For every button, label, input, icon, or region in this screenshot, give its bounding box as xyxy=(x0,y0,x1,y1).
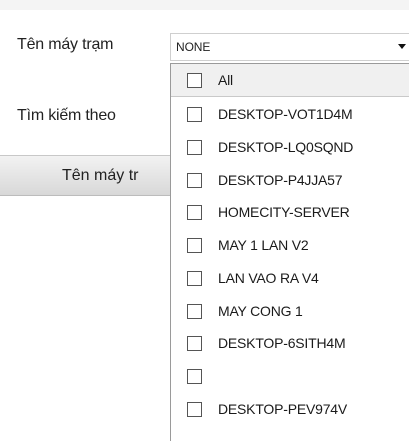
station-dropdown-list[interactable]: All DESKTOP-VOT1D4M DESKTOP-LQ0SQND DESK… xyxy=(170,63,409,441)
dropdown-option-label: DESKTOP-6SITH4M xyxy=(218,335,346,351)
dropdown-option-label: DESKTOP-P4JJA57 xyxy=(218,172,343,188)
dropdown-option[interactable]: DESKTOP-P4JJA57 xyxy=(171,164,409,197)
dropdown-option-label: HOMECITY-SERVER xyxy=(218,204,350,220)
checkbox[interactable] xyxy=(187,73,202,88)
dropdown-option[interactable]: MAY 1 LAN V2 xyxy=(171,229,409,262)
checkbox[interactable] xyxy=(187,205,202,220)
grid-column-header-label: Tên máy tr xyxy=(62,167,139,184)
checkbox[interactable] xyxy=(187,369,202,384)
checkbox[interactable] xyxy=(187,107,202,122)
dropdown-option-label: MAY 1 LAN V2 xyxy=(218,237,309,253)
station-select[interactable]: NONE xyxy=(170,33,409,61)
dropdown-option[interactable]: HOMECITY-SERVER xyxy=(171,196,409,229)
top-bar xyxy=(0,0,409,10)
station-select-value: NONE xyxy=(176,40,211,54)
dropdown-option-label: DESKTOP-PEV974V xyxy=(218,401,348,417)
dropdown-option[interactable] xyxy=(171,360,409,393)
checkbox[interactable] xyxy=(187,336,202,351)
dropdown-option-label: DESKTOP-LQ0SQND xyxy=(218,139,354,155)
checkbox[interactable] xyxy=(187,140,202,155)
search-by-label: Tìm kiếm theo xyxy=(17,107,116,124)
dropdown-option-label: LAN VAO RA V4 xyxy=(218,270,319,286)
checkbox[interactable] xyxy=(187,304,202,319)
dropdown-option[interactable]: DESKTOP-VOT1D4M xyxy=(171,98,409,131)
dropdown-option-all[interactable]: All xyxy=(171,64,409,97)
checkbox[interactable] xyxy=(187,271,202,286)
dropdown-option-label: MAY CONG 1 xyxy=(218,303,303,319)
dropdown-option-label: All xyxy=(218,72,233,88)
grid-column-header[interactable]: Tên máy tr xyxy=(0,155,175,196)
dropdown-option[interactable]: DESKTOP-LQ0SQND xyxy=(171,131,409,164)
chevron-down-icon[interactable] xyxy=(398,44,406,49)
checkbox[interactable] xyxy=(187,238,202,253)
dropdown-option-label: DESKTOP-VOT1D4M xyxy=(218,106,353,122)
checkbox[interactable] xyxy=(187,402,202,417)
station-label: Tên máy trạm xyxy=(17,36,114,53)
dropdown-option[interactable]: DESKTOP-PEV974V xyxy=(171,393,409,426)
dropdown-option[interactable]: LAN VAO RA V4 xyxy=(171,262,409,295)
dropdown-option[interactable]: MAY CONG 1 xyxy=(171,295,409,328)
dropdown-option[interactable]: DESKTOP-6SITH4M xyxy=(171,327,409,360)
checkbox[interactable] xyxy=(187,173,202,188)
